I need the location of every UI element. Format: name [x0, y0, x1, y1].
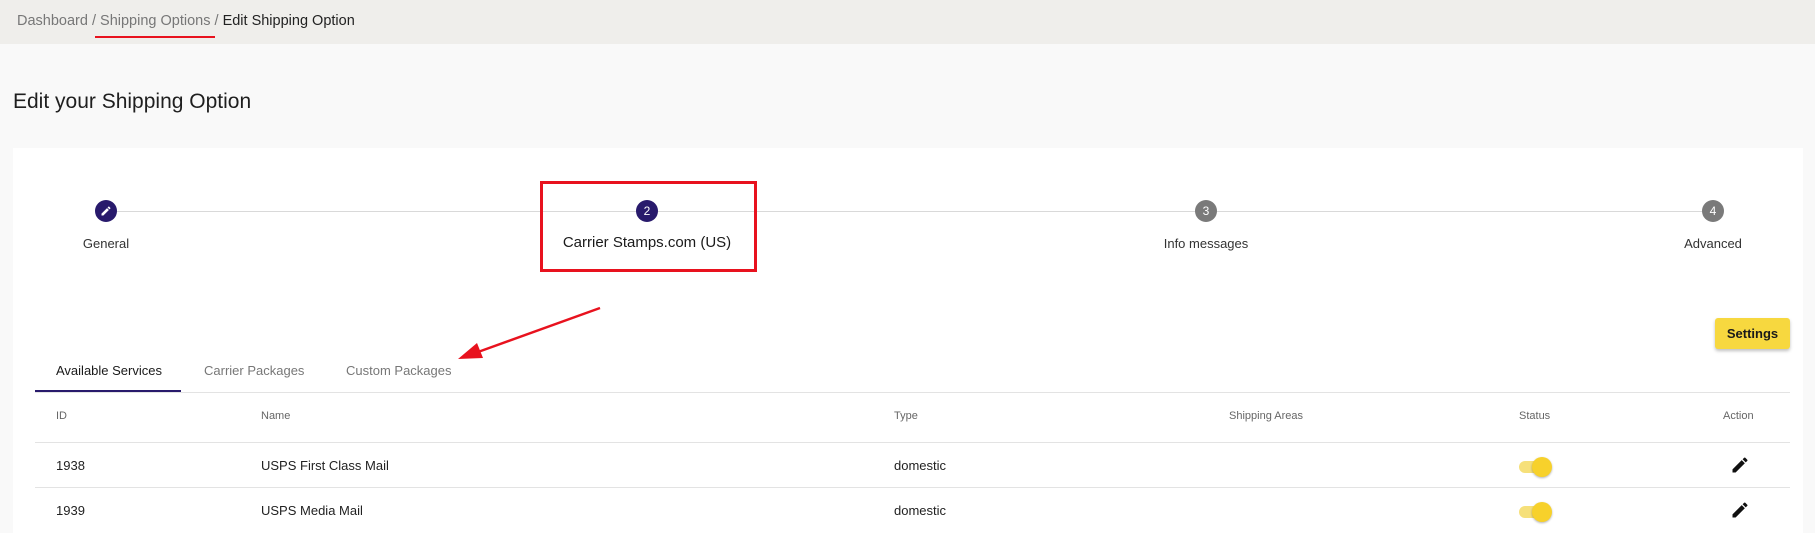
step-advanced-circle[interactable]: 4 [1702, 200, 1724, 222]
row-divider [35, 487, 1790, 488]
cell-name: USPS First Class Mail [261, 458, 389, 473]
edit-icon[interactable] [1730, 455, 1750, 475]
toggle-thumb [1532, 457, 1552, 477]
step-advanced-label[interactable]: Advanced [1684, 236, 1742, 251]
annotation-box [540, 181, 757, 272]
edit-icon[interactable] [1730, 500, 1750, 520]
step-info-label[interactable]: Info messages [1164, 236, 1249, 251]
cell-id: 1939 [56, 503, 85, 518]
settings-button[interactable]: Settings [1715, 318, 1790, 349]
breadcrumb-separator: / [210, 13, 223, 29]
breadcrumb-shipping-options[interactable]: Shipping Options [100, 13, 210, 29]
column-header-id: ID [56, 410, 67, 422]
status-toggle[interactable] [1519, 500, 1553, 522]
cell-type: domestic [894, 458, 947, 473]
breadcrumb-bar: Dashboard / Shipping Options / Edit Ship… [0, 0, 1815, 44]
breadcrumb: Dashboard / Shipping Options / Edit Ship… [17, 13, 355, 29]
stepper-line [105, 211, 1713, 212]
column-header-shipping-areas: Shipping Areas [1229, 410, 1303, 422]
breadcrumb-separator: / [87, 13, 101, 29]
tabs-divider [35, 392, 1790, 393]
column-header-name: Name [261, 410, 291, 422]
tab-custom-packages[interactable]: Custom Packages [346, 363, 452, 378]
annotation-underline [95, 36, 215, 38]
status-toggle[interactable] [1519, 455, 1553, 477]
cell-id: 1938 [56, 458, 85, 473]
column-header-status: Status [1519, 410, 1551, 422]
pencil-icon [101, 206, 111, 216]
page-title: Edit your Shipping Option [13, 90, 252, 113]
cell-name: USPS Media Mail [261, 503, 363, 518]
breadcrumb-current: Edit Shipping Option [222, 13, 355, 29]
step-general-circle[interactable] [95, 200, 117, 222]
step-general-label[interactable]: General [83, 236, 129, 251]
column-header-action: Action [1723, 410, 1754, 422]
column-header-type: Type [894, 410, 918, 422]
header-divider [35, 442, 1790, 443]
cell-type: domestic [894, 503, 947, 518]
tab-available-services[interactable]: Available Services [56, 363, 162, 378]
tab-carrier-packages[interactable]: Carrier Packages [204, 363, 304, 378]
breadcrumb-dashboard[interactable]: Dashboard [17, 13, 88, 29]
step-info-circle[interactable]: 3 [1195, 200, 1217, 222]
toggle-thumb [1532, 502, 1552, 522]
